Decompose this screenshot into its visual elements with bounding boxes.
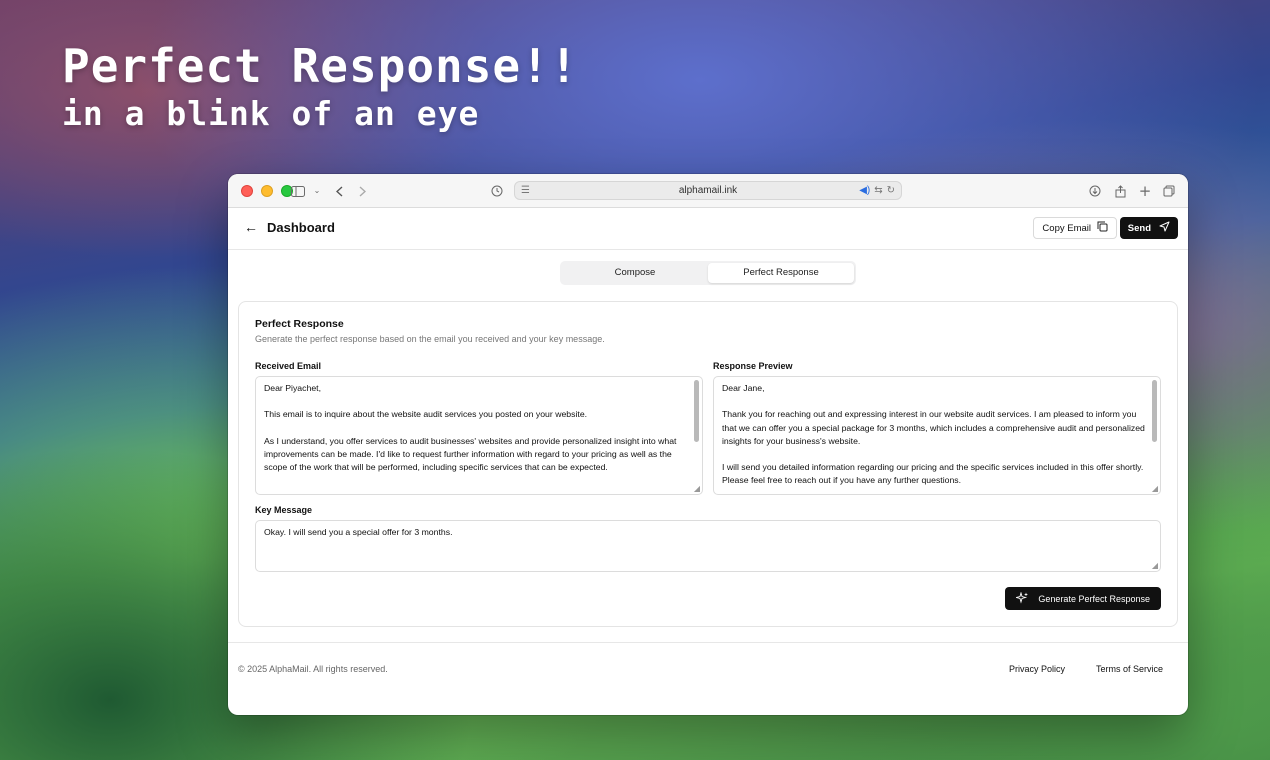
resize-handle-icon[interactable]: ◢ <box>694 485 700 493</box>
hero-heading: Perfect Response!! in a blink of an eye <box>62 38 579 134</box>
hero-subtitle: in a blink of an eye <box>62 94 480 133</box>
key-message-text: Okay. I will send you a special offer fo… <box>264 527 453 537</box>
resize-handle-icon[interactable]: ◢ <box>1152 562 1158 570</box>
response-preview-label: Response Preview <box>713 361 793 371</box>
key-message-textarea[interactable]: Okay. I will send you a special offer fo… <box>255 520 1161 572</box>
copy-email-label: Copy Email <box>1042 222 1091 234</box>
generate-perfect-response-button[interactable]: Generate Perfect Response <box>1005 587 1161 610</box>
copy-email-button[interactable]: Copy Email <box>1033 217 1117 239</box>
resize-handle-icon[interactable]: ◢ <box>1152 485 1158 493</box>
translate-icon[interactable]: ⇆ <box>874 182 882 199</box>
reader-icon[interactable]: ☰ <box>521 182 530 199</box>
new-tab-icon[interactable]: + <box>1138 182 1152 200</box>
history-icon[interactable] <box>490 182 504 200</box>
response-preview-text: Dear Jane, Thank you for reaching out an… <box>722 383 1145 486</box>
minimize-window-button[interactable] <box>261 185 273 197</box>
generate-label: Generate Perfect Response <box>1038 593 1150 604</box>
privacy-policy-link[interactable]: Privacy Policy <box>1009 664 1065 674</box>
send-button[interactable]: Send <box>1119 217 1178 239</box>
sparkles-icon <box>1015 590 1029 606</box>
sidebar-icon[interactable] <box>290 182 306 200</box>
tab-perfect-response[interactable]: Perfect Response <box>708 263 854 283</box>
share-icon[interactable] <box>1113 182 1127 200</box>
send-label: Send <box>1127 222 1151 234</box>
page-title: Dashboard <box>267 220 335 235</box>
terms-of-service-link[interactable]: Terms of Service <box>1096 664 1163 674</box>
tabs-overview-icon[interactable] <box>1162 182 1176 200</box>
browser-window: ⌄ ☰ alphamail.ink ◀) ⇆ ↻ + ← Dashboard C… <box>228 174 1188 715</box>
url-text: alphamail.ink <box>678 185 738 196</box>
app-header: ← Dashboard Copy Email Send <box>228 208 1188 250</box>
copyright-text: © 2025 AlphaMail. All rights reserved. <box>238 664 388 674</box>
perfect-response-card: Perfect Response Generate the perfect re… <box>238 301 1178 627</box>
received-email-textarea[interactable]: Dear Piyachet, This email is to inquire … <box>255 376 703 495</box>
address-bar[interactable]: ☰ alphamail.ink ◀) ⇆ ↻ <box>514 181 902 200</box>
forward-icon[interactable] <box>356 182 368 200</box>
response-preview-textarea[interactable]: Dear Jane, Thank you for reaching out an… <box>713 376 1161 495</box>
key-message-label: Key Message <box>255 505 313 515</box>
card-subtitle: Generate the perfect response based on t… <box>255 334 605 344</box>
tab-compose[interactable]: Compose <box>562 263 708 283</box>
audio-icon[interactable]: ◀) <box>859 182 870 199</box>
received-email-text: Dear Piyachet, This email is to inquire … <box>264 383 677 473</box>
reload-icon[interactable]: ↻ <box>887 182 895 199</box>
hero-title: Perfect Response!! <box>62 39 579 93</box>
chevron-down-icon[interactable]: ⌄ <box>312 182 322 200</box>
received-email-label: Received Email <box>255 361 322 371</box>
card-title: Perfect Response <box>255 318 344 330</box>
browser-toolbar: ⌄ ☰ alphamail.ink ◀) ⇆ ↻ + <box>228 174 1188 208</box>
download-icon[interactable] <box>1088 182 1102 200</box>
received-email-scrollbar[interactable] <box>694 380 699 442</box>
mode-tabs: Compose Perfect Response <box>560 261 856 285</box>
back-arrow-icon[interactable]: ← <box>244 219 258 235</box>
back-icon[interactable] <box>333 182 345 200</box>
copy-icon <box>1097 221 1108 235</box>
close-window-button[interactable] <box>241 185 253 197</box>
response-preview-scrollbar[interactable] <box>1152 380 1157 442</box>
paper-plane-icon <box>1159 221 1170 235</box>
footer: © 2025 AlphaMail. All rights reserved. P… <box>228 642 1188 715</box>
window-controls <box>241 185 293 197</box>
